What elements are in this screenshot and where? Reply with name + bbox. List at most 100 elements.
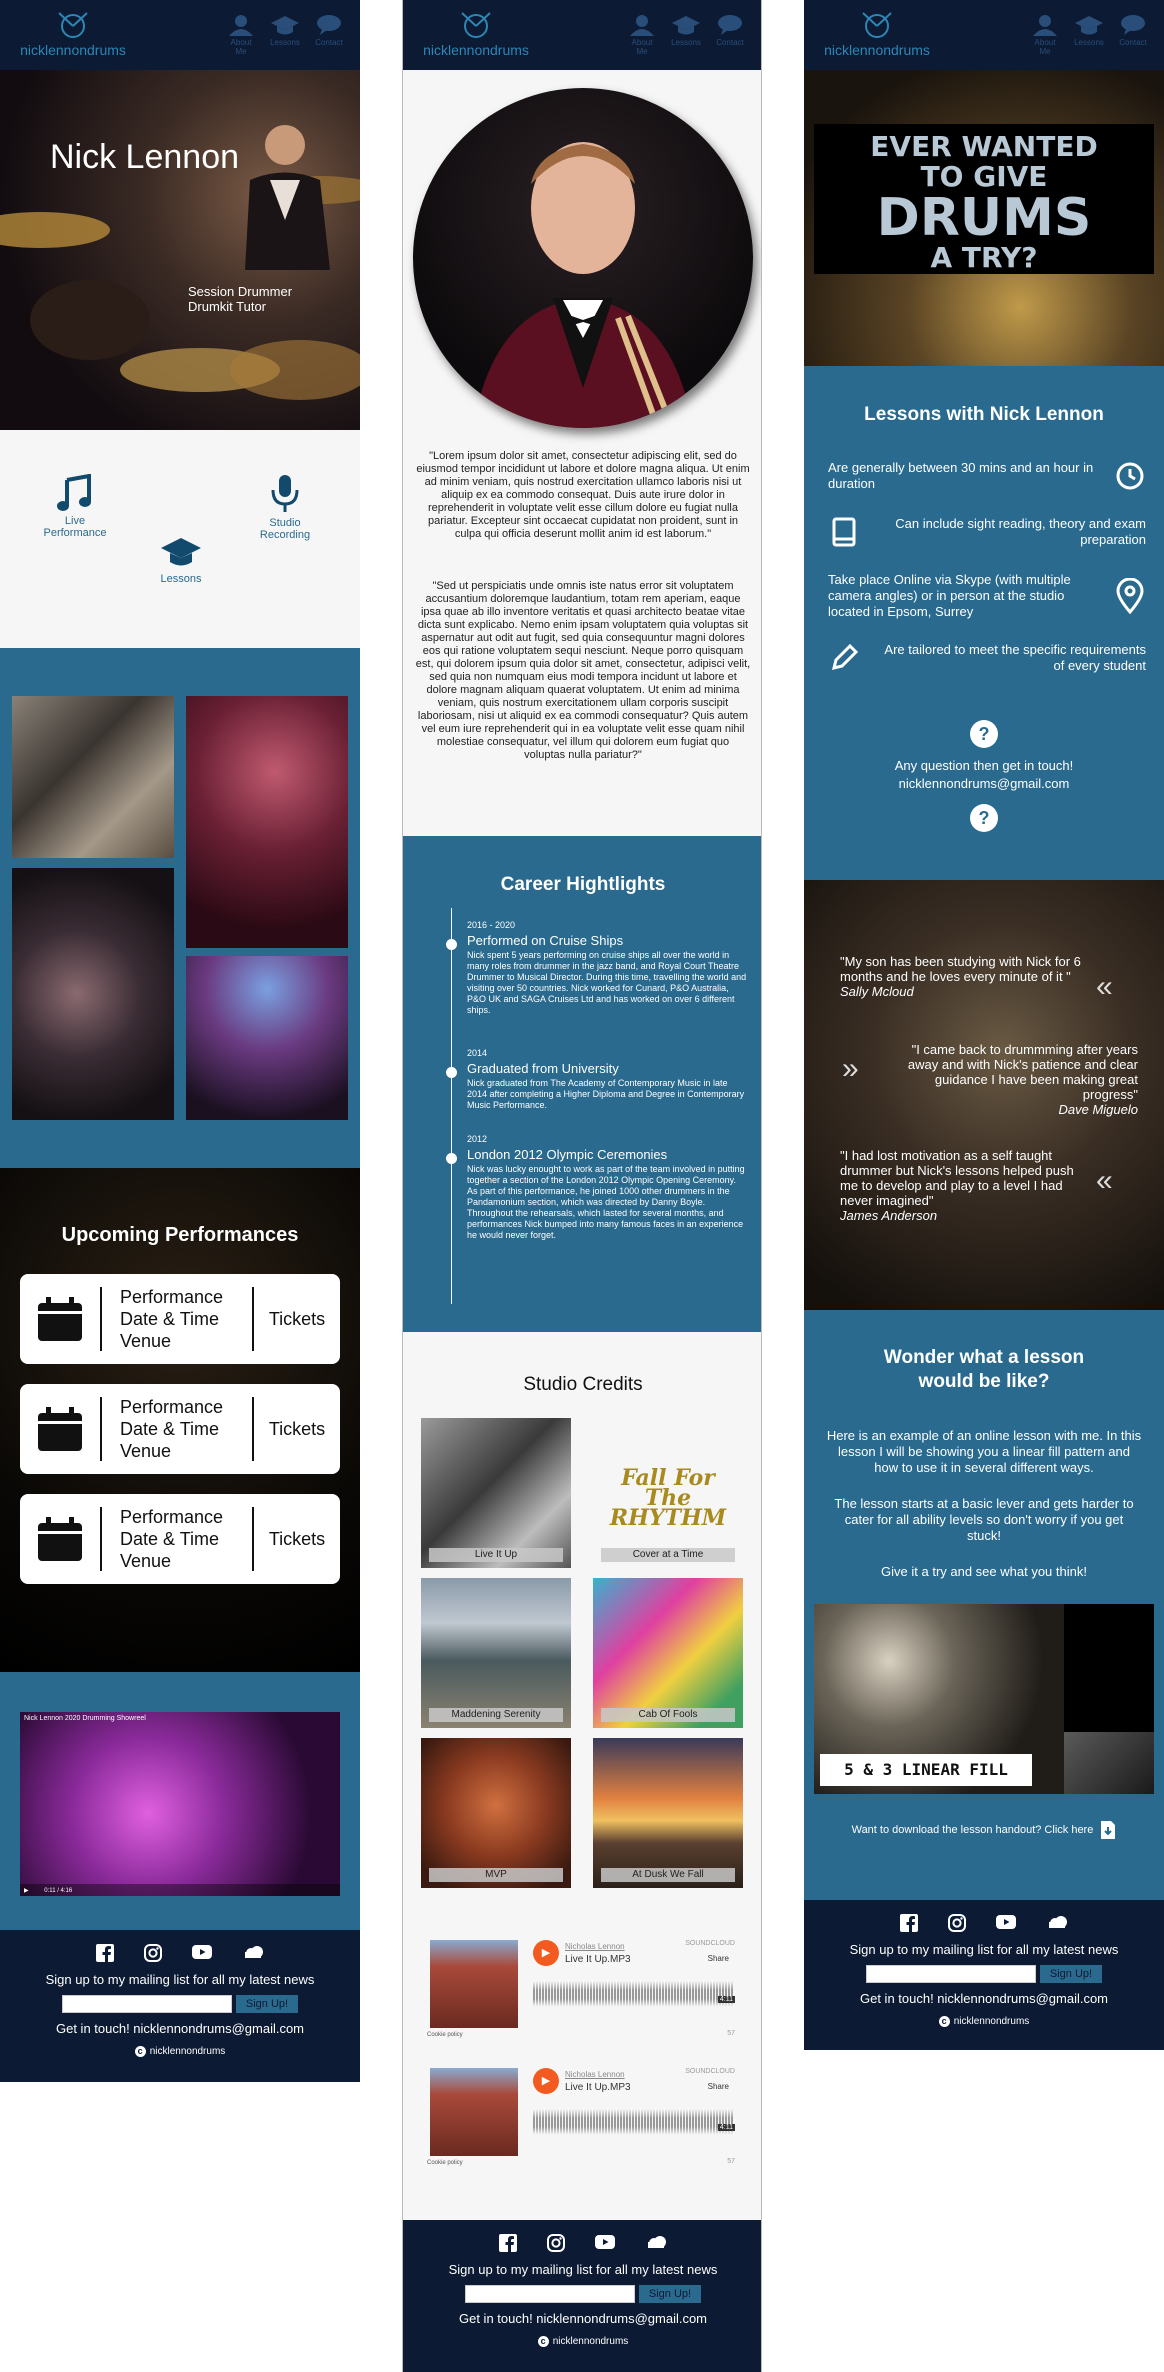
soundcloud-icon[interactable] xyxy=(645,2234,667,2254)
lesson-video[interactable]: 5 & 3 LINEAR FILL xyxy=(814,1604,1154,1794)
soundcloud-icon[interactable] xyxy=(1046,1914,1068,1934)
play-button[interactable]: ▶ xyxy=(533,2068,559,2094)
contact-email[interactable]: nicklennondrums@gmail.com xyxy=(804,776,1164,791)
soundcloud-player: Cookie policy ▶ Nicholas Lennon Live It … xyxy=(427,1934,741,2044)
credit-cab-of-fools[interactable]: Cab Of Fools xyxy=(593,1578,743,1728)
credit-mvp[interactable]: MVP xyxy=(421,1738,571,1888)
share-button[interactable]: Share xyxy=(708,1954,729,1963)
signup-button[interactable]: Sign Up! xyxy=(235,1995,299,2013)
credit-maddening-serenity[interactable]: Maddening Serenity xyxy=(421,1578,571,1728)
nav-contact[interactable]: Contact xyxy=(312,14,346,56)
credit-cover-at-a-time[interactable]: Fall For The RHYTHM Cover at a Time xyxy=(593,1418,743,1568)
chevron-left-icon[interactable]: « xyxy=(1096,1164,1113,1198)
email-input[interactable] xyxy=(61,1995,232,2013)
nav-about-me[interactable]: About Me xyxy=(1028,14,1062,56)
tickets-button[interactable]: Tickets xyxy=(254,1529,340,1550)
gallery-photo-2[interactable] xyxy=(186,696,348,948)
live-performance-link[interactable]: Live Performance xyxy=(30,473,120,539)
instagram-icon[interactable] xyxy=(948,1914,966,1934)
nav-lessons[interactable]: Lessons xyxy=(1072,14,1106,56)
studio-recording-link[interactable]: Studio Recording xyxy=(240,474,330,541)
user-icon xyxy=(1033,15,1057,36)
footer: Sign up to my mailing list for all my la… xyxy=(403,2220,761,2372)
nav-lessons[interactable]: Lessons xyxy=(669,14,703,56)
copyright-text: nicklennondrums xyxy=(953,2016,1030,2027)
perf-line: Date & Time xyxy=(120,1529,220,1549)
chat-icon xyxy=(718,15,742,35)
youtube-icon[interactable] xyxy=(996,1914,1016,1934)
testimonial-author: Sally Mcloud xyxy=(840,984,914,999)
testimonial-quote: "My son has been studying with Nick for … xyxy=(840,954,1081,984)
signup-button[interactable]: Sign Up! xyxy=(638,2285,702,2303)
nav-label: About Me xyxy=(631,38,653,56)
video-controls[interactable]: ▶ 0:11 / 4:16 xyxy=(20,1884,340,1896)
waveform[interactable] xyxy=(533,2106,733,2136)
credit-at-dusk-we-fall[interactable]: At Dusk We Fall xyxy=(593,1738,743,1888)
about-paragraph-2: "Sed ut perspiciatis unde omnis iste nat… xyxy=(415,580,751,761)
video-title: Nick Lennon 2020 Drumming Showreel xyxy=(24,1715,146,1722)
perf-line: Date & Time xyxy=(120,1309,220,1329)
chevron-left-icon[interactable]: « xyxy=(1096,970,1113,1004)
mailing-text: Sign up to my mailing list for all my la… xyxy=(448,2262,718,2277)
soundcloud-brand: SOUNDCLOUD xyxy=(685,2068,735,2075)
gallery-photo-3[interactable] xyxy=(12,868,174,1120)
instagram-icon[interactable] xyxy=(547,2234,565,2254)
nav-about-me[interactable]: About Me xyxy=(625,14,659,56)
chevron-right-icon[interactable]: » xyxy=(842,1052,859,1086)
career-item-text: Nick was lucky enought to work as part o… xyxy=(467,1164,745,1240)
credit-label: Maddening Serenity xyxy=(429,1708,563,1722)
graduation-cap-icon xyxy=(161,538,201,566)
performance-details: Performance Date & Time Venue xyxy=(102,1396,252,1462)
logo-text: nicklennondrums xyxy=(20,42,126,58)
site-logo[interactable]: nicklennondrums xyxy=(8,10,138,58)
youtube-icon[interactable] xyxy=(192,1944,212,1964)
facebook-icon[interactable] xyxy=(499,2234,517,2254)
social-links xyxy=(0,1944,360,1964)
contact-text: Get in touch! nicklennondrums@gmail.com xyxy=(55,2021,305,2036)
service-label: Live xyxy=(64,515,86,527)
play-icon[interactable]: ▶ xyxy=(24,1888,29,1894)
cookie-policy-link[interactable]: Cookie policy xyxy=(427,2160,463,2166)
credits-title: Studio Credits xyxy=(523,1374,643,1395)
performance-card: Performance Date & Time Venue Tickets xyxy=(20,1494,340,1584)
nav-contact[interactable]: Contact xyxy=(1116,14,1150,56)
lessons-link[interactable]: Lessons xyxy=(136,536,226,585)
video-caption: 5 & 3 LINEAR FILL xyxy=(820,1754,1032,1786)
facebook-icon[interactable] xyxy=(900,1914,918,1934)
showreel-video[interactable]: Nick Lennon 2020 Drumming Showreel ▶ 0:1… xyxy=(20,1712,340,1896)
signup-button[interactable]: Sign Up! xyxy=(1039,1965,1103,1983)
nav-lessons[interactable]: Lessons xyxy=(268,14,302,56)
copyright: c nicklennondrums xyxy=(0,2046,360,2057)
tickets-button[interactable]: Tickets xyxy=(254,1419,340,1440)
soundcloud-icon[interactable] xyxy=(242,1944,264,1964)
feature-text: Take place Online via Skype (with multip… xyxy=(828,572,1071,619)
facebook-icon[interactable] xyxy=(96,1944,114,1964)
nav-label: Lessons xyxy=(270,38,300,47)
site-logo[interactable]: nicklennondrums xyxy=(411,10,541,58)
tickets-button[interactable]: Tickets xyxy=(254,1309,340,1330)
site-logo[interactable]: nicklennondrums xyxy=(812,10,942,58)
testimonial: "I came back to drummming after years aw… xyxy=(884,1042,1138,1117)
download-handout[interactable]: Want to download the lesson handout? Cli… xyxy=(804,1820,1164,1840)
mailing-text: Sign up to my mailing list for all my la… xyxy=(45,1972,315,1987)
email-input[interactable] xyxy=(464,2285,635,2303)
question-icon[interactable]: ? xyxy=(970,804,998,832)
banner-line: EVER WANTED xyxy=(870,130,1098,163)
instagram-icon[interactable] xyxy=(144,1944,162,1964)
nav-contact[interactable]: Contact xyxy=(713,14,747,56)
track-artist[interactable]: Nicholas Lennon xyxy=(565,1942,625,1951)
credit-live-it-up[interactable]: Live It Up xyxy=(421,1418,571,1568)
waveform[interactable] xyxy=(533,1978,733,2008)
gallery-photo-1[interactable] xyxy=(12,696,174,858)
gallery-photo-4[interactable] xyxy=(186,956,348,1120)
hero-sub1: Session Drummer xyxy=(188,284,293,299)
question-icon[interactable]: ? xyxy=(970,720,998,748)
track-artist[interactable]: Nicholas Lennon xyxy=(565,2070,625,2079)
cookie-policy-link[interactable]: Cookie policy xyxy=(427,2032,463,2038)
nav-about-me[interactable]: About Me xyxy=(224,14,258,56)
email-input[interactable] xyxy=(865,1965,1036,1983)
youtube-icon[interactable] xyxy=(595,2234,615,2254)
share-button[interactable]: Share xyxy=(708,2082,729,2091)
book-icon xyxy=(832,517,856,547)
play-button[interactable]: ▶ xyxy=(533,1940,559,1966)
